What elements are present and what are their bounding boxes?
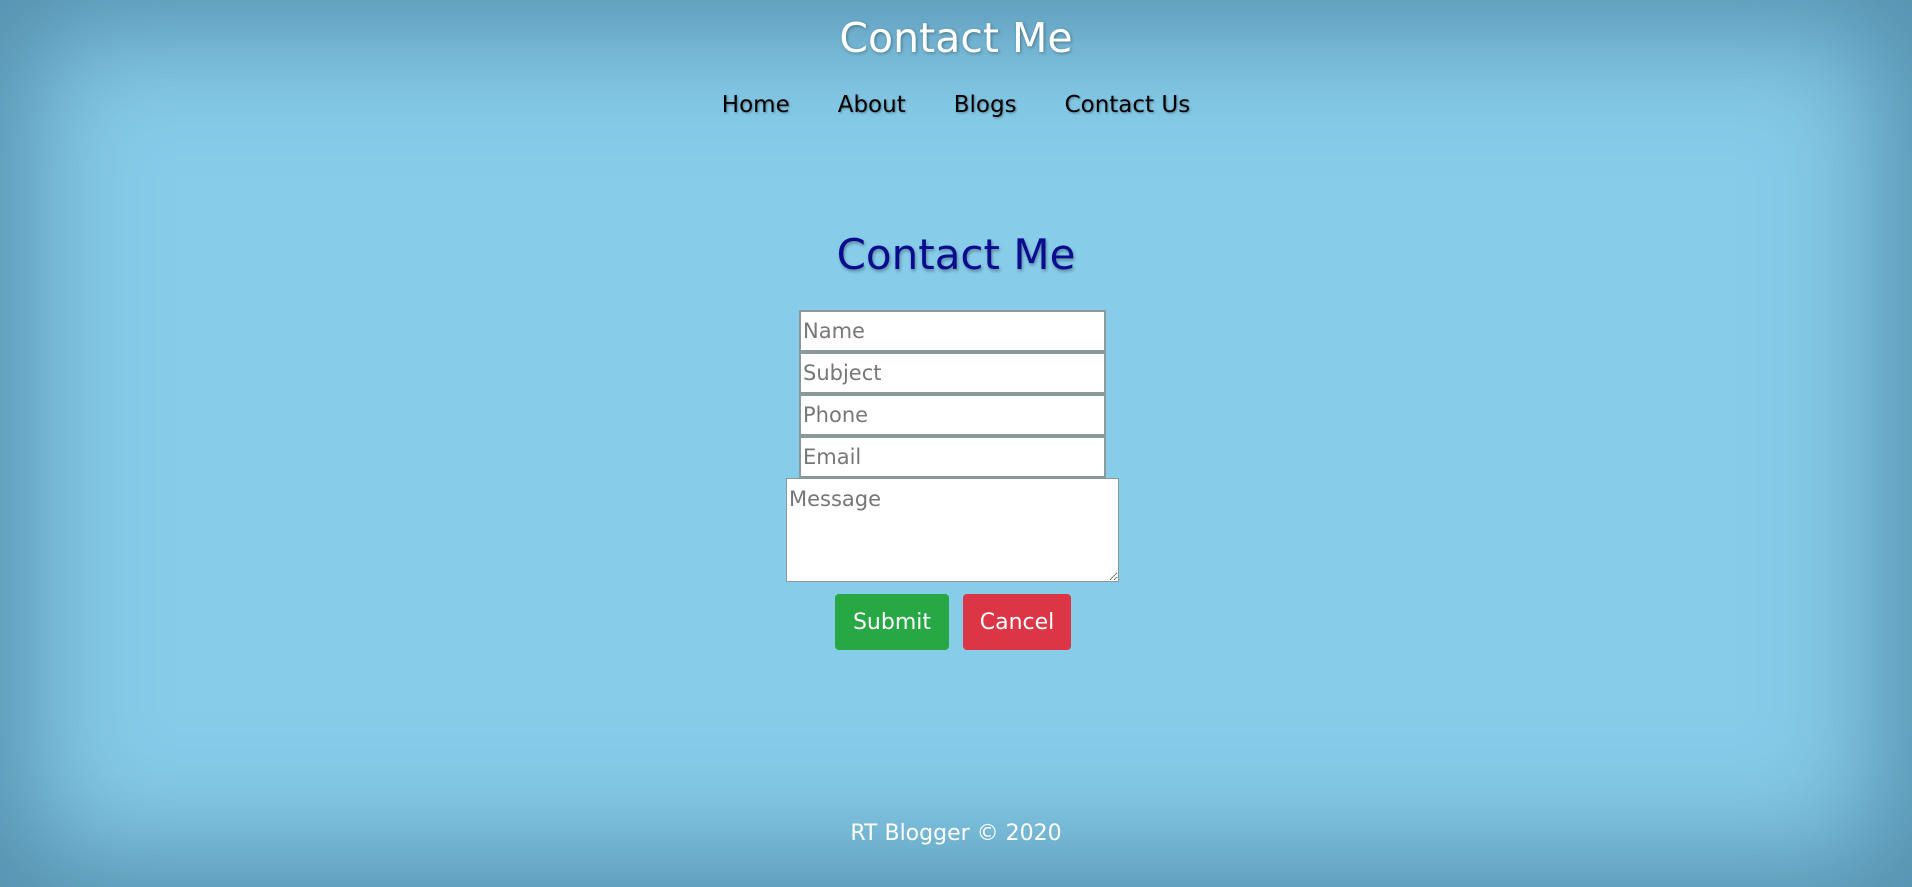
site-title: Contact Me — [839, 14, 1073, 62]
email-field[interactable] — [799, 436, 1106, 478]
nav-item-blogs[interactable]: Blogs — [954, 92, 1017, 118]
phone-field[interactable] — [799, 394, 1106, 436]
nav-item-home[interactable]: Home — [722, 92, 790, 118]
main-nav: Home About Blogs Contact Us — [0, 92, 1912, 118]
name-field[interactable] — [799, 310, 1106, 352]
nav-item-contact-us[interactable]: Contact Us — [1065, 92, 1191, 118]
cancel-button[interactable]: Cancel — [963, 594, 1071, 650]
message-field[interactable] — [786, 478, 1119, 582]
nav-item-about[interactable]: About — [838, 92, 906, 118]
footer-copyright: RT Blogger © 2020 — [850, 821, 1062, 846]
page-heading: Contact Me — [836, 230, 1076, 279]
subject-field[interactable] — [799, 352, 1106, 394]
submit-button[interactable]: Submit — [835, 594, 949, 650]
